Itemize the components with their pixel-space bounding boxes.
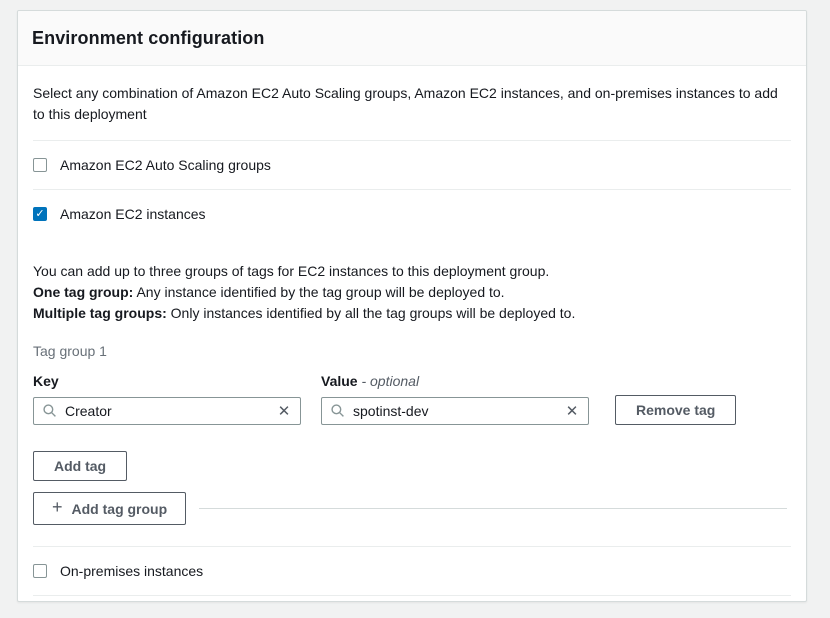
tag-help-line-3-lead: Multiple tag groups: [33, 305, 167, 321]
ec2-checkbox-label[interactable]: Amazon EC2 instances [60, 206, 206, 222]
tag-fields-row: Key ✕ Value - optional [33, 373, 791, 425]
bottom-padding [33, 596, 791, 612]
ec2-checkbox-row: ✓ Amazon EC2 instances [33, 190, 791, 238]
add-tag-group-label: Add tag group [72, 501, 168, 517]
tag-help-line-2-rest: Any instance identified by the tag group… [133, 284, 504, 300]
onprem-checkbox-label[interactable]: On-premises instances [60, 563, 203, 579]
remove-tag-button[interactable]: Remove tag [615, 395, 736, 425]
card-header: Environment configuration [18, 11, 806, 66]
onprem-checkbox[interactable] [33, 564, 47, 578]
value-label-text: Value [321, 373, 361, 389]
add-tag-group-button[interactable]: + Add tag group [33, 492, 186, 525]
value-input-wrap: ✕ [321, 397, 589, 425]
asg-checkbox[interactable] [33, 158, 47, 172]
key-input-wrap: ✕ [33, 397, 301, 425]
key-field-label: Key [33, 373, 301, 389]
plus-icon: + [52, 497, 63, 518]
tag-help-line-3-rest: Only instances identified by all the tag… [167, 305, 576, 321]
tag-group-1-title: Tag group 1 [33, 343, 791, 359]
key-clear-icon[interactable]: ✕ [274, 401, 294, 421]
section-description: Select any combination of Amazon EC2 Aut… [33, 83, 791, 125]
key-field-col: Key ✕ [33, 373, 301, 425]
value-field-label: Value - optional [321, 373, 589, 389]
environment-configuration-card: Environment configuration Select any com… [17, 10, 807, 602]
onprem-checkbox-row: On-premises instances [33, 547, 791, 595]
add-tag-button[interactable]: Add tag [33, 451, 127, 481]
tag-help-line-3: Multiple tag groups: Only instances iden… [33, 303, 791, 324]
key-input[interactable] [33, 397, 301, 425]
value-label-optional: - optional [361, 373, 419, 389]
tag-help-line-2-lead: One tag group: [33, 284, 133, 300]
page-title: Environment configuration [32, 28, 791, 49]
value-field-col: Value - optional ✕ [321, 373, 589, 425]
asg-checkbox-label[interactable]: Amazon EC2 Auto Scaling groups [60, 157, 271, 173]
asg-checkbox-row: Amazon EC2 Auto Scaling groups [33, 141, 791, 189]
add-tag-group-rule [199, 508, 787, 509]
add-tag-group-row: + Add tag group [33, 492, 791, 525]
ec2-checkbox[interactable]: ✓ [33, 207, 47, 221]
card-body: Select any combination of Amazon EC2 Aut… [18, 83, 806, 612]
value-input[interactable] [321, 397, 589, 425]
value-clear-icon[interactable]: ✕ [562, 401, 582, 421]
tag-groups-help-text: You can add up to three groups of tags f… [33, 261, 791, 324]
remove-tag-col: Remove tag [615, 395, 736, 425]
tag-help-line-1: You can add up to three groups of tags f… [33, 261, 791, 282]
tag-help-line-2: One tag group: Any instance identified b… [33, 282, 791, 303]
